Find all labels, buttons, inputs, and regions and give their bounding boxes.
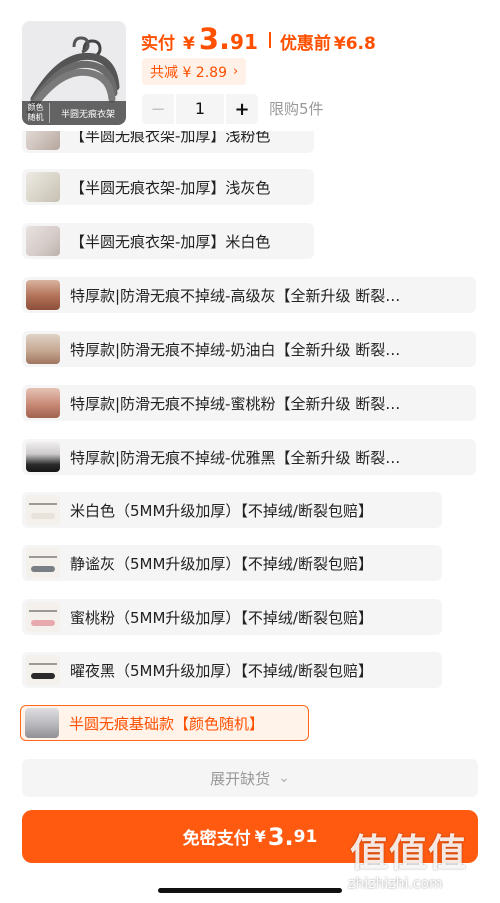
pay-button[interactable]: 免密支付 ¥ 3. 91 <box>22 810 478 863</box>
sku-option-label: 【半圆无痕衣架-加厚】米白色 <box>70 232 271 251</box>
chevron-right-icon: › <box>232 64 239 79</box>
home-indicator[interactable] <box>158 888 342 893</box>
price-integer: 3. <box>198 22 231 56</box>
chevron-down-icon: ⌄ <box>278 770 290 786</box>
sku-option[interactable]: 米白色（5MM升级加厚）【不掉绒/断裂包赔】 <box>22 492 442 528</box>
sku-option[interactable]: 特厚款|防滑无痕不掉绒-优雅黑【全新升级 断裂… <box>22 439 476 475</box>
thumbnail-tag-left: 颜色 随机 <box>22 103 50 123</box>
hanger-black-icon <box>26 442 60 472</box>
discount-text: 共减 ¥ 2.89 <box>150 64 227 81</box>
price-decimal: 91 <box>230 30 258 54</box>
sku-option-label: 【半圆无痕衣架-加厚】浅灰色 <box>70 178 271 197</box>
product-summary-header: 颜色 随机 半圆无痕衣架 实付 ¥ 3. 91 优惠前 ¥6.8 共减 ¥ 2.… <box>0 0 500 131</box>
sku-option[interactable]: 曜夜黑（5MM升级加厚）【不掉绒/断裂包赔】 <box>22 652 442 688</box>
hanger-gray-icon <box>26 280 60 310</box>
hanger-rack-black-icon <box>26 655 60 685</box>
hanger-rack-white-icon <box>26 495 60 525</box>
sku-option[interactable]: 特厚款|防滑无痕不掉绒-高级灰【全新升级 断裂… <box>22 277 476 313</box>
pay-currency: ¥ <box>254 827 266 846</box>
quantity-stepper: − 1 + <box>142 94 258 124</box>
price-row: 实付 ¥ 3. 91 优惠前 ¥6.8 <box>141 22 376 58</box>
increase-quantity-button[interactable]: + <box>226 99 258 120</box>
purchase-limit-text: 限购5件 <box>269 100 324 118</box>
hanger-peach-icon <box>26 388 60 418</box>
pay-integer: 3. <box>267 822 294 851</box>
price-label: 实付 <box>141 34 175 54</box>
sku-option-label: 米白色（5MM升级加厚）【不掉绒/断裂包赔】 <box>70 501 373 520</box>
thumbnail-tag: 颜色 随机 半圆无痕衣架 <box>22 101 126 125</box>
thumbnail-tag-right: 半圆无痕衣架 <box>60 109 115 120</box>
price-divider <box>268 32 271 48</box>
hanger-rack-pink-icon <box>26 602 60 632</box>
sku-option-label: 蜜桃粉（5MM升级加厚）【不掉绒/断裂包赔】 <box>70 608 373 627</box>
sku-option-label: 特厚款|防滑无痕不掉绒-优雅黑【全新升级 断裂… <box>70 448 401 467</box>
original-price-label: 优惠前 <box>279 34 331 54</box>
sku-option[interactable]: 【半圆无痕衣架-加厚】浅灰色 <box>22 169 314 205</box>
pay-decimal: 91 <box>293 826 318 847</box>
hanger-cream-icon <box>26 334 60 364</box>
original-price-value: ¥6.8 <box>333 34 376 54</box>
sku-option-label: 特厚款|防滑无痕不掉绒-高级灰【全新升级 断裂… <box>70 286 401 305</box>
hanger-rack-gray-icon <box>26 548 60 578</box>
quantity-input[interactable]: 1 <box>174 94 226 124</box>
sku-option[interactable]: 蜜桃粉（5MM升级加厚）【不掉绒/断裂包赔】 <box>22 599 442 635</box>
sku-option[interactable]: 特厚款|防滑无痕不掉绒-奶油白【全新升级 断裂… <box>22 331 476 367</box>
decrease-quantity-button[interactable]: − <box>142 99 174 120</box>
expand-label: 展开缺货 <box>210 769 271 788</box>
hanger-box-white-icon <box>26 226 60 256</box>
sku-option-label: 静谧灰（5MM升级加厚）【不掉绒/断裂包赔】 <box>70 554 373 573</box>
watermark-url: zhizhizhi.com <box>348 876 443 892</box>
hanger-box-gray-icon <box>26 172 60 202</box>
sku-option-label: 曜夜黑（5MM升级加厚）【不掉绒/断裂包赔】 <box>70 661 373 680</box>
price-currency: ¥ <box>183 34 195 54</box>
sku-option-label: 半圆无痕基础款【颜色随机】 <box>69 714 265 733</box>
expand-out-of-stock-button[interactable]: 展开缺货 ⌄ <box>22 759 478 797</box>
sku-option[interactable]: 特厚款|防滑无痕不掉绒-蜜桃粉【全新升级 断裂… <box>22 385 476 421</box>
sku-option-label: 特厚款|防滑无痕不掉绒-蜜桃粉【全新升级 断裂… <box>70 394 401 413</box>
pay-label: 免密支付 <box>182 829 251 849</box>
hanger-basic-icon <box>25 708 59 738</box>
discount-detail-button[interactable]: 共减 ¥ 2.89 › <box>142 58 247 85</box>
product-thumbnail[interactable]: 颜色 随机 半圆无痕衣架 <box>22 21 126 125</box>
sku-option[interactable]: 静谧灰（5MM升级加厚）【不掉绒/断裂包赔】 <box>22 545 442 581</box>
sku-option-selected[interactable]: 半圆无痕基础款【颜色随机】 <box>20 705 309 741</box>
sku-option-label: 特厚款|防滑无痕不掉绒-奶油白【全新升级 断裂… <box>70 340 401 359</box>
sku-option[interactable]: 【半圆无痕衣架-加厚】米白色 <box>22 223 314 259</box>
